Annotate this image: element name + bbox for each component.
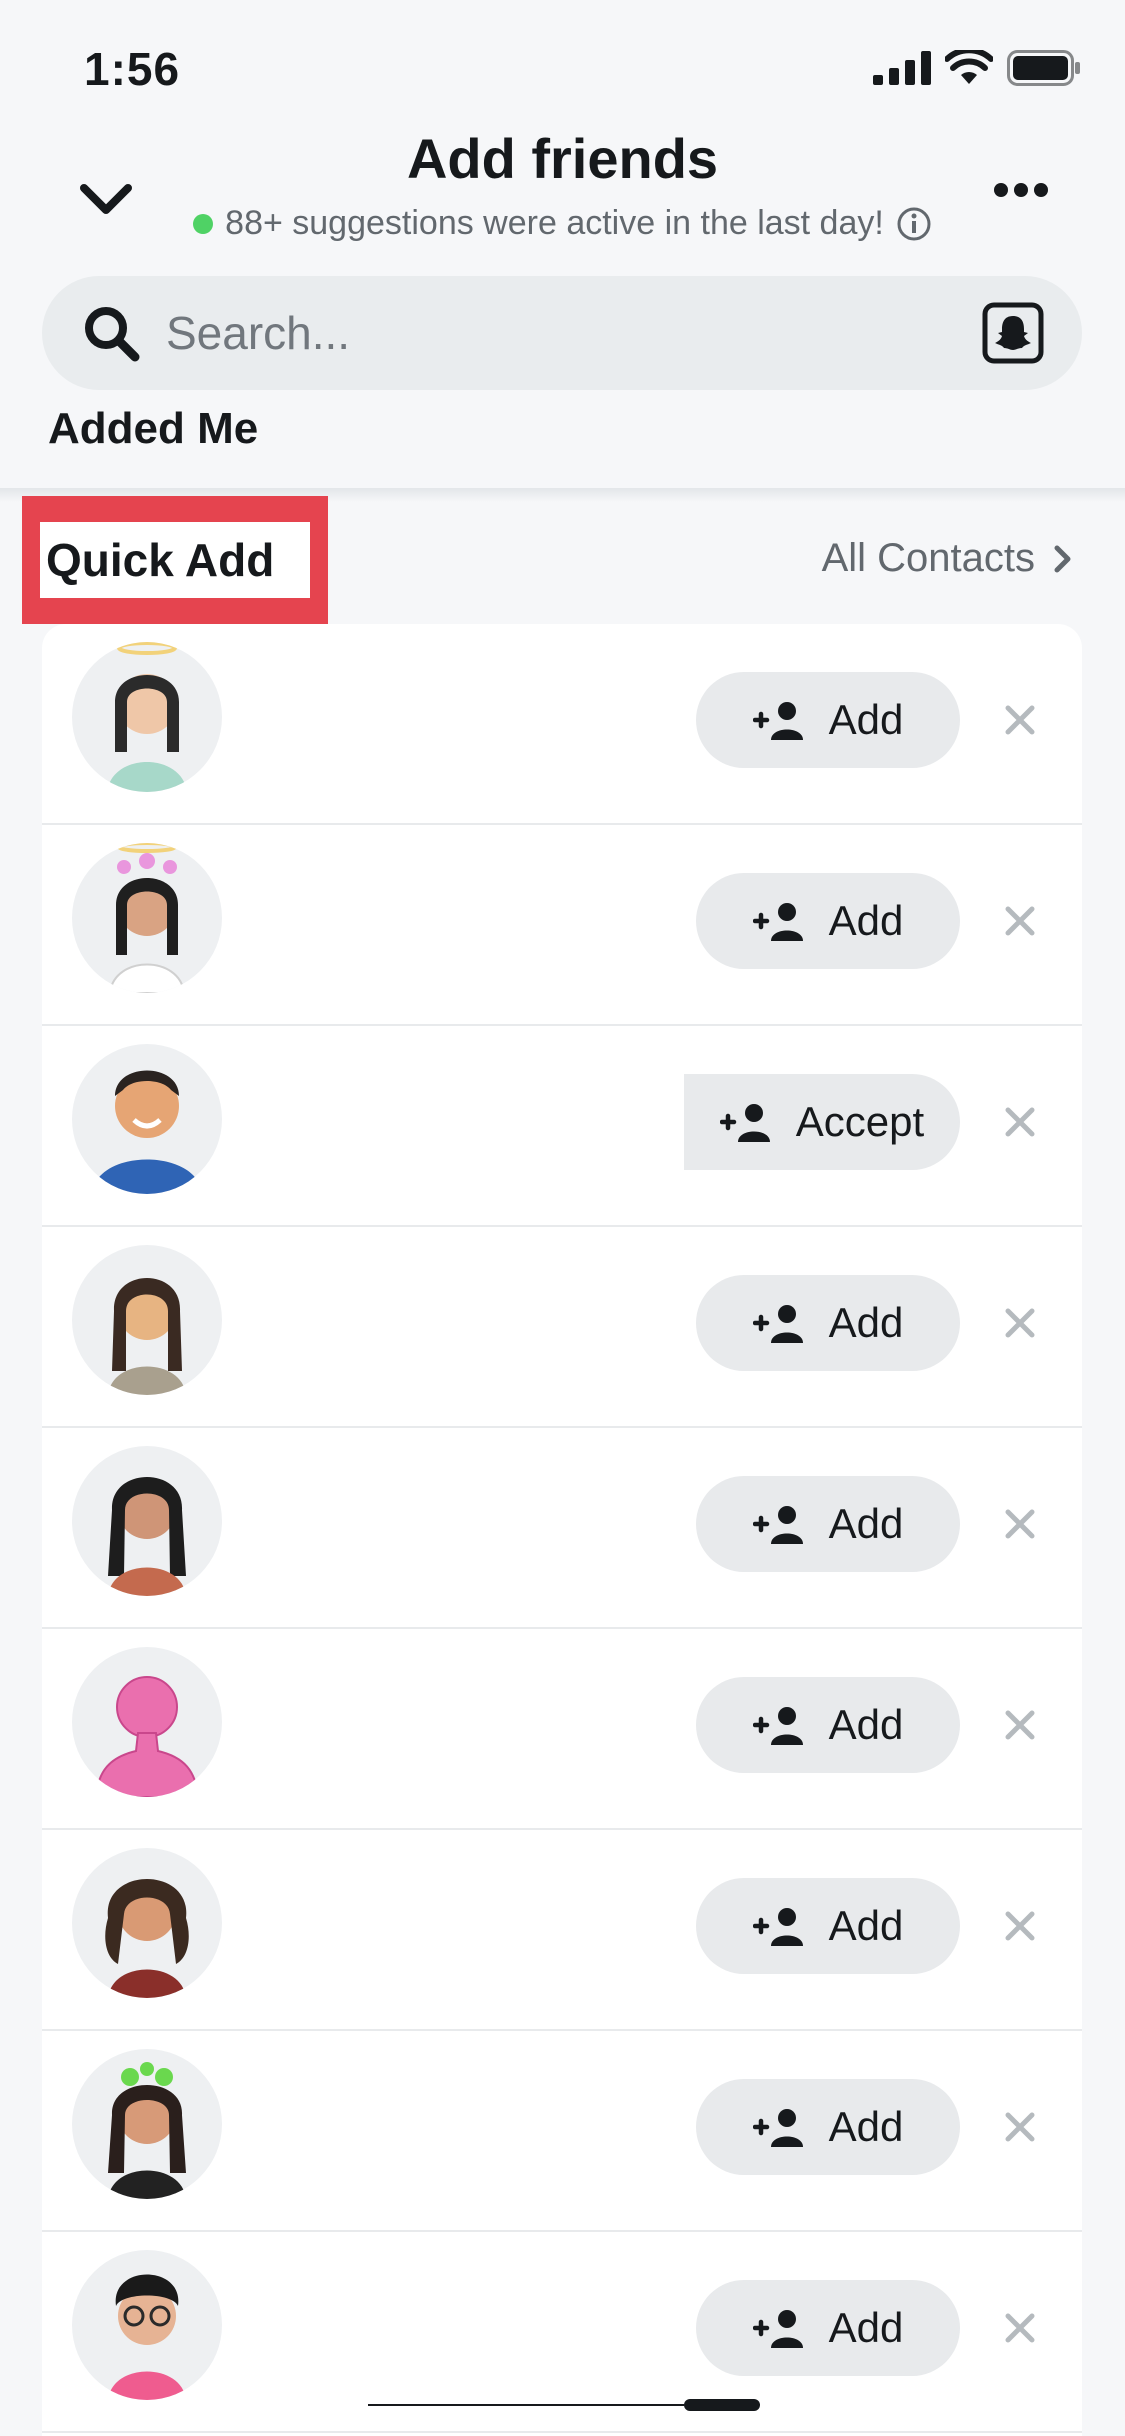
all-contacts-link[interactable]: All Contacts — [822, 536, 1073, 581]
list-item[interactable]: Add — [42, 1227, 1082, 1428]
accept-button-label: Accept — [795, 1098, 925, 1145]
page-title: Add friends — [406, 127, 719, 190]
add-friend-icon — [752, 2109, 803, 2147]
add-friend-icon — [752, 1707, 803, 1745]
quick-add-list: Add Add Accept Add Add Add Add Add Add — [42, 624, 1082, 2436]
quick-add-title: Quick Add — [40, 522, 310, 598]
add-button[interactable]: Add — [696, 1275, 960, 1371]
close-icon[interactable] — [1002, 903, 1038, 939]
added-me-section-title[interactable]: Added Me — [48, 404, 258, 454]
add-button[interactable]: Add — [696, 873, 960, 969]
add-button-label: Add — [828, 2103, 904, 2150]
add-button-label: Add — [828, 1299, 904, 1346]
close-icon[interactable] — [1002, 2109, 1038, 2145]
search-input[interactable] — [166, 276, 966, 390]
avatar[interactable] — [72, 1446, 222, 1596]
avatar[interactable] — [72, 642, 222, 792]
wifi-icon — [945, 50, 993, 84]
close-icon[interactable] — [1002, 1707, 1038, 1743]
home-indicator — [368, 2399, 760, 2411]
avatar[interactable] — [72, 2250, 222, 2400]
add-button-label: Add — [828, 1902, 904, 1949]
avatar[interactable] — [72, 843, 222, 993]
close-icon[interactable] — [1002, 702, 1038, 738]
close-icon[interactable] — [1002, 1908, 1038, 1944]
close-icon[interactable] — [1002, 1506, 1038, 1542]
snapcode-icon[interactable] — [982, 302, 1044, 364]
online-dot — [193, 213, 214, 234]
avatar[interactable] — [72, 2049, 222, 2199]
accept-button[interactable]: Accept — [684, 1074, 960, 1170]
add-button[interactable]: Add — [696, 2079, 960, 2175]
list-item[interactable]: Add — [42, 1830, 1082, 2031]
list-item[interactable]: Add — [42, 825, 1082, 1026]
header: Add friends 88+ suggestions were active … — [0, 120, 1125, 270]
list-item[interactable]: Add — [42, 624, 1082, 825]
active-suggestions-note: 88+ suggestions were active in the last … — [0, 204, 1125, 243]
list-item[interactable]: Add — [42, 1629, 1082, 1830]
all-contacts-label: All Contacts — [821, 536, 1035, 580]
more-icon[interactable] — [993, 180, 1049, 200]
status-icons — [873, 48, 1081, 88]
add-friend-icon — [752, 702, 803, 740]
close-icon[interactable] — [1002, 1305, 1038, 1341]
list-item[interactable]: Add — [42, 2031, 1082, 2232]
search-bar[interactable] — [42, 276, 1082, 390]
avatar[interactable] — [72, 1848, 222, 1998]
add-button[interactable]: Add — [696, 2280, 960, 2376]
info-icon[interactable] — [896, 206, 932, 242]
chevron-right-icon — [1054, 545, 1071, 572]
close-icon[interactable] — [1002, 2310, 1038, 2346]
avatar[interactable] — [72, 1245, 222, 1395]
subtitle-text: 88+ suggestions were active in the last … — [225, 204, 884, 242]
add-friend-icon — [752, 1305, 803, 1343]
avatar[interactable] — [72, 1647, 222, 1797]
battery-icon — [1007, 50, 1080, 86]
add-button-label: Add — [828, 2304, 904, 2351]
close-icon[interactable] — [1002, 1104, 1038, 1140]
add-button-label: Add — [828, 897, 904, 944]
add-button[interactable]: Add — [696, 1677, 960, 1773]
add-friend-icon — [752, 1506, 803, 1544]
add-button[interactable]: Add — [696, 1476, 960, 1572]
status-time: 1:56 — [84, 43, 181, 95]
signal-icon — [873, 51, 931, 85]
add-button-label: Add — [828, 1701, 904, 1748]
add-friend-icon — [752, 903, 803, 941]
quick-add-header: Quick Add All Contacts — [0, 496, 1125, 624]
status-bar: 1:56 — [0, 0, 1125, 140]
list-item[interactable]: Accept — [42, 1026, 1082, 1227]
add-friend-icon — [752, 2310, 803, 2348]
quick-add-highlight: Quick Add — [22, 496, 328, 624]
search-icon — [85, 307, 140, 362]
add-button-label: Add — [828, 1500, 904, 1547]
add-friend-icon — [719, 1104, 770, 1142]
add-friend-icon — [752, 1908, 803, 1946]
add-button-label: Add — [828, 696, 904, 743]
add-button[interactable]: Add — [696, 1878, 960, 1974]
avatar[interactable] — [72, 1044, 222, 1194]
list-item[interactable]: Add — [42, 1428, 1082, 1629]
add-button[interactable]: Add — [696, 672, 960, 768]
